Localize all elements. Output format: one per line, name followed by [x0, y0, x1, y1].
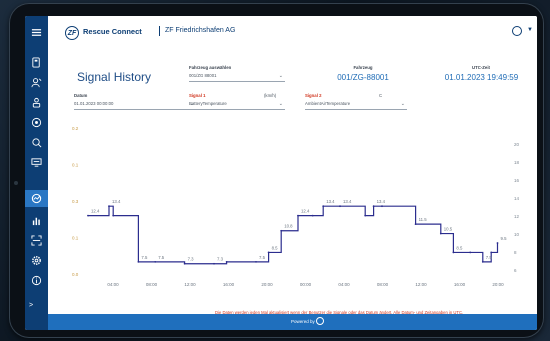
series-point: [322, 205, 325, 208]
x-axis-tick-label: 08:00: [377, 282, 389, 287]
series-point: [452, 251, 455, 254]
series-point: [183, 262, 186, 265]
company-name: ZF Friedrichshafen AG: [165, 27, 236, 34]
series-point: [255, 260, 257, 263]
series-point: [439, 232, 442, 235]
x-axis-tick-label: 08:00: [146, 282, 158, 287]
users-icon[interactable]: [30, 96, 43, 108]
gauge-icon[interactable]: [30, 192, 43, 204]
series-point: [137, 260, 140, 263]
location-icon[interactable]: [30, 136, 43, 148]
right-axis-tick-label: 6: [514, 268, 517, 273]
x-axis-tick-label: 16:00: [454, 282, 466, 287]
series-point: [481, 260, 484, 263]
data-label: 13.4: [377, 199, 386, 204]
left-axis-tick-label: 0.1: [72, 163, 79, 168]
camera-dot: [14, 181, 18, 185]
app-name: Rescue Connect: [83, 27, 142, 36]
device-icon[interactable]: [30, 56, 43, 68]
sidebar: >: [25, 16, 48, 330]
menu-icon[interactable]: [30, 26, 43, 38]
x-axis-tick-label: 00:00: [300, 282, 312, 287]
left-axis-tick-label: 0.3: [72, 199, 79, 204]
series-point: [280, 229, 283, 232]
x-axis-tick-label: 20:00: [261, 282, 273, 287]
scan-icon[interactable]: [30, 234, 43, 246]
right-axis-tick-label: 12: [514, 214, 520, 219]
right-axis-tick-label: 20: [514, 142, 520, 147]
right-axis-tick-label: 8: [514, 250, 517, 255]
series-point: [414, 223, 417, 226]
right-axis-tick-label: 16: [514, 178, 520, 183]
footer-bar: Powered by: [48, 314, 537, 330]
data-label: 13.4: [112, 199, 121, 204]
data-label: 7.5: [141, 255, 148, 260]
series-point: [490, 251, 493, 254]
left-axis-tick-label: 0.0: [72, 272, 79, 277]
user-avatar-icon[interactable]: [512, 26, 522, 36]
data-label: 9.5: [501, 236, 508, 241]
search-user-icon[interactable]: [30, 76, 43, 88]
data-label: 10.8: [284, 224, 293, 229]
left-axis-tick-label: 0.1: [72, 236, 79, 241]
right-axis-tick-label: 14: [514, 196, 520, 201]
series-point: [372, 205, 375, 208]
settings-icon[interactable]: [30, 254, 43, 266]
series-point: [154, 260, 157, 263]
series-point: [213, 262, 215, 265]
right-axis-tick-label: 18: [514, 160, 520, 165]
data-label: 10.5: [444, 227, 453, 232]
x-axis-tick-label: 20:00: [492, 282, 504, 287]
main-content: Signal History Fahrzeug auswählen 001/ZG…: [48, 44, 537, 314]
x-axis-tick-label: 04:00: [338, 282, 350, 287]
x-axis-tick-label: 12:00: [184, 282, 196, 287]
series-point: [112, 214, 115, 217]
badge-icon[interactable]: [30, 116, 43, 128]
x-axis-tick-label: 16:00: [223, 282, 235, 287]
series-point: [267, 251, 270, 254]
header-divider: [159, 26, 160, 36]
info-icon[interactable]: [30, 274, 43, 286]
data-label: 8.5: [456, 245, 463, 250]
data-label: 12.4: [91, 209, 100, 214]
left-axis-tick-label: 0.2: [72, 126, 79, 131]
chevron-down-icon[interactable]: ▼: [527, 27, 533, 33]
data-label: 12.4: [301, 209, 310, 214]
sidebar-collapse-button[interactable]: >: [29, 302, 33, 309]
footer-text: Powered by: [291, 319, 315, 324]
data-label: 7.5: [486, 255, 493, 260]
data-label: 7.5: [158, 255, 165, 260]
bar-chart-icon[interactable]: [30, 214, 43, 226]
data-label: 7.5: [259, 255, 266, 260]
series-point: [469, 251, 472, 254]
data-label: 11.5: [419, 217, 428, 222]
series-point: [108, 205, 110, 208]
series-point: [297, 214, 299, 217]
zf-logo: ZF: [65, 26, 79, 40]
series-point: [381, 205, 383, 208]
x-axis-tick-label: 12:00: [415, 282, 427, 287]
series-point: [339, 205, 341, 208]
app-screen: > ZF Rescue Connect ZF Friedrichshafen A…: [25, 16, 537, 330]
series-step-line: [88, 205, 499, 265]
zf-footer-logo-icon: [316, 317, 324, 325]
top-bar: ZF Rescue Connect ZF Friedrichshafen AG …: [48, 16, 537, 45]
data-label: 7.3: [217, 257, 224, 262]
data-label: 7.3: [188, 257, 195, 262]
series-point: [87, 214, 89, 217]
right-axis-tick-label: 10: [514, 232, 520, 237]
data-label: 13.4: [326, 199, 335, 204]
series-point: [364, 214, 367, 217]
data-label: 13.4: [343, 199, 352, 204]
series-point: [311, 214, 314, 217]
monitor-icon[interactable]: [30, 156, 43, 168]
series-point: [225, 260, 228, 263]
series-point: [496, 242, 499, 244]
x-axis-tick-label: 04:00: [107, 282, 119, 287]
data-label: 8.5: [272, 245, 279, 250]
signal-chart: 0.2 0.1 0.3 0.1 0.0 20 18 16 14 12 10 8 6 04:00 08:00 1…: [72, 126, 520, 287]
